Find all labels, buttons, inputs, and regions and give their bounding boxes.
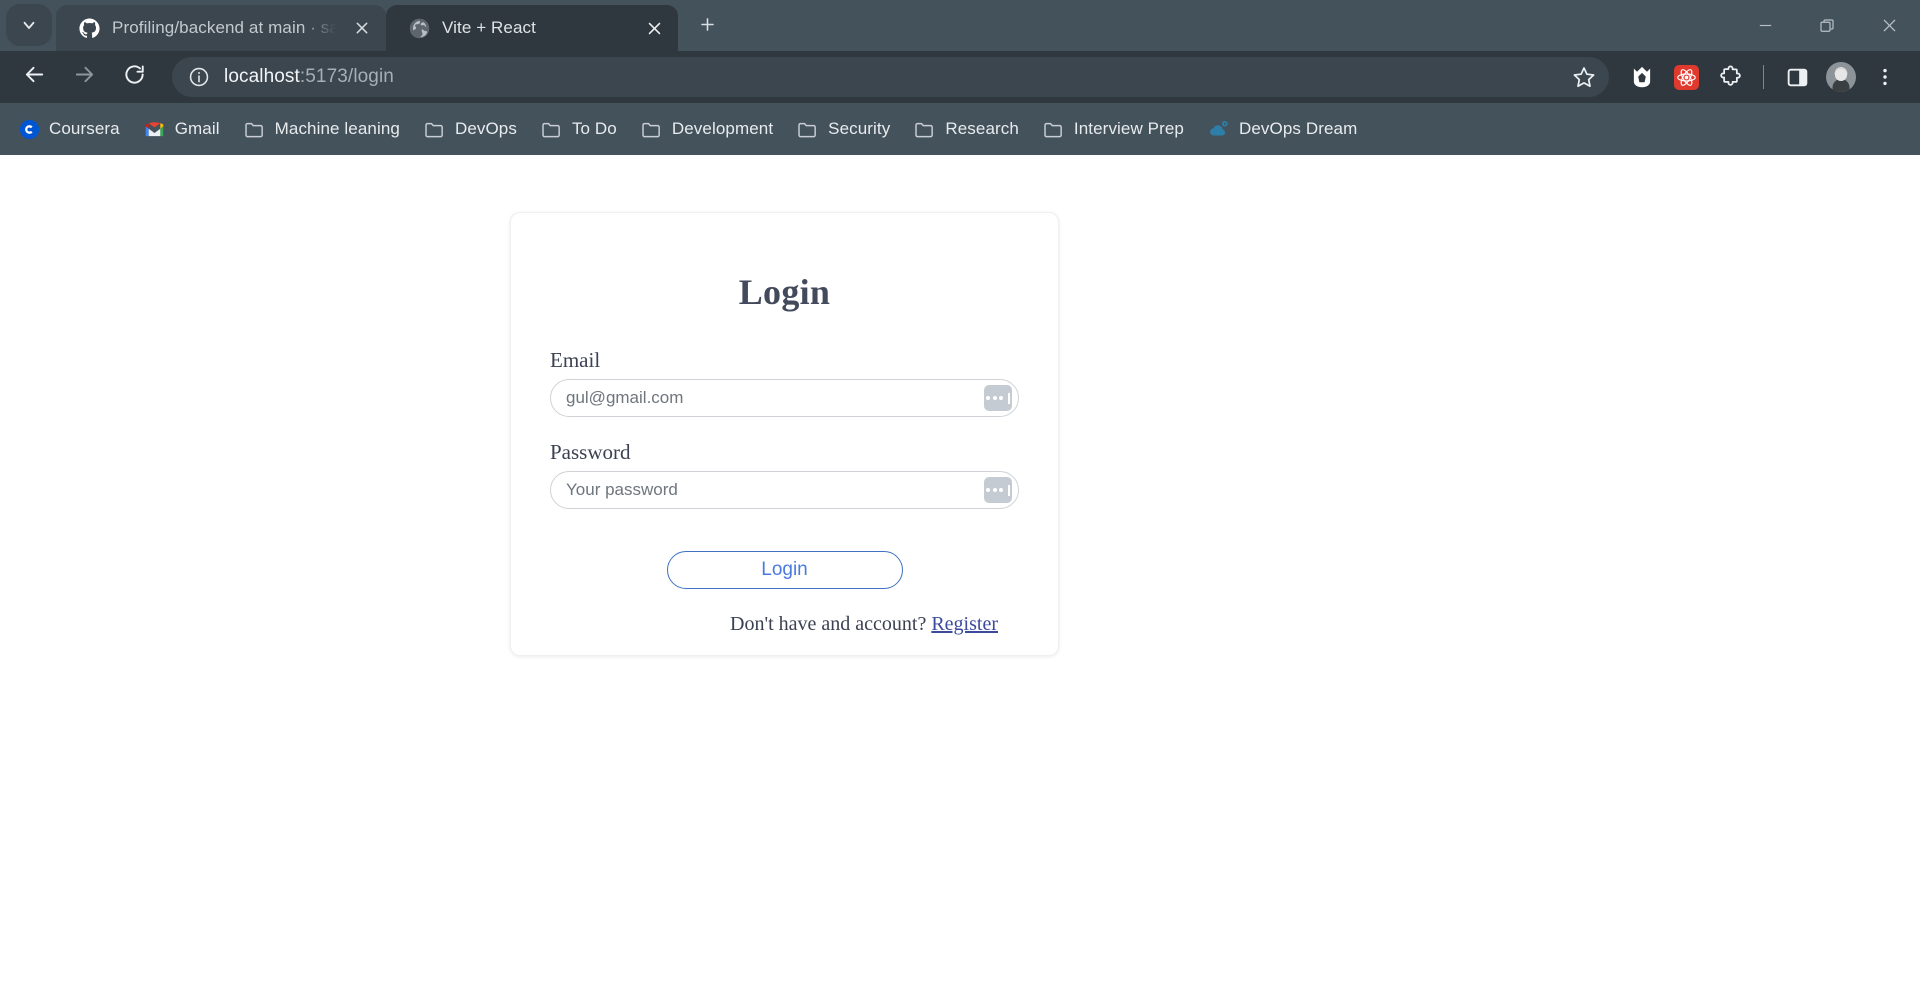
key-bar (1007, 484, 1010, 496)
dot (999, 488, 1003, 492)
bookmark-gmail[interactable]: Gmail (134, 111, 230, 147)
new-tab-button[interactable] (688, 8, 726, 46)
reload-button[interactable] (110, 53, 158, 101)
dot (999, 396, 1003, 400)
login-form: Email Password Login (511, 348, 1058, 636)
bookmark-coursera[interactable]: Coursera (8, 111, 130, 147)
browser-window: Profiling/backend at main · sam Vite + R… (0, 0, 1920, 1003)
url-text: localhost:5173/login (224, 66, 1555, 88)
tab-profiling-backend[interactable]: Profiling/backend at main · sam (56, 5, 386, 51)
bookmark-interview-prep[interactable]: Interview Prep (1033, 111, 1194, 147)
login-button[interactable]: Login (666, 551, 903, 589)
avatar[interactable] (1820, 56, 1862, 98)
bookmark-label: Development (671, 119, 774, 138)
tab-title: Vite + React (442, 18, 536, 37)
arrow-right-icon (73, 63, 96, 91)
back-button[interactable] (10, 53, 58, 101)
login-card: Login Email Password (510, 212, 1059, 656)
email-input[interactable] (550, 379, 1019, 417)
url-host: localhost (224, 66, 300, 87)
page-viewport: Login Email Password (0, 155, 1920, 1003)
bookmark-development[interactable]: Development (631, 111, 783, 147)
bookmark-label: Interview Prep (1073, 119, 1184, 138)
page-title: Login (738, 272, 831, 312)
folder-icon (797, 118, 819, 140)
bookmark-machine-leaning[interactable]: Machine leaning (234, 111, 410, 147)
tab-search-button[interactable] (6, 4, 52, 46)
close-icon[interactable] (640, 14, 668, 42)
folder-icon (914, 118, 936, 140)
password-key-icon[interactable] (984, 477, 1012, 503)
password-label: Password (550, 440, 631, 464)
plus-icon (698, 15, 717, 39)
password-input[interactable] (550, 471, 1019, 509)
bookmark-to-do[interactable]: To Do (531, 111, 627, 147)
bookmark-label: Gmail (174, 119, 220, 138)
field-spacer (550, 417, 1019, 440)
tab-title: Profiling/backend at main · sam (112, 18, 336, 37)
bookmark-research[interactable]: Research (904, 111, 1029, 147)
bookmark-label: Coursera (49, 119, 120, 138)
malwarebytes-extension-icon[interactable] (1621, 56, 1663, 98)
tab-strip: Profiling/backend at main · sam Vite + R… (0, 0, 1920, 51)
react-devtools-extension-icon[interactable] (1665, 56, 1707, 98)
folder-icon (244, 118, 266, 140)
chevron-down-icon (20, 16, 38, 34)
folder-icon (424, 118, 446, 140)
close-button[interactable] (1858, 0, 1920, 51)
window-controls (1734, 0, 1920, 51)
globe-icon (408, 17, 430, 39)
bookmark-security[interactable]: Security (787, 111, 900, 147)
email-label: Email (550, 348, 601, 372)
bookmark-label: DevOps (454, 119, 517, 138)
dot (992, 396, 997, 400)
bookmark-label: Machine leaning (274, 119, 400, 138)
toolbar-divider (1763, 65, 1764, 89)
email-field-wrap (550, 379, 1019, 417)
bookmark-label: DevOps Dream (1238, 119, 1358, 138)
submit-row: Login (550, 551, 1019, 589)
minimize-button[interactable] (1734, 0, 1796, 51)
coursera-icon (18, 118, 40, 140)
bookmark-devops-dream[interactable]: DevOps Dream (1198, 111, 1367, 147)
password-key-icon[interactable] (984, 385, 1012, 411)
address-bar[interactable]: localhost:5173/login (172, 57, 1609, 97)
register-prompt-text: Don't have and account? (730, 613, 927, 635)
bookmarks-bar: Coursera Gmail Machine leaning DevOps To (0, 103, 1920, 155)
bookmark-label: Security (828, 119, 891, 138)
profile-photo (1826, 62, 1856, 92)
url-path: :5173/login (299, 66, 394, 87)
folder-icon (541, 118, 563, 140)
bookmark-label: To Do (571, 119, 617, 138)
register-link[interactable]: Register (931, 613, 998, 635)
password-field-wrap (550, 471, 1019, 509)
react-atom-icon (1673, 64, 1699, 90)
browser-toolbar: localhost:5173/login (0, 51, 1920, 103)
three-dot-menu-icon[interactable] (1864, 56, 1906, 98)
dot (986, 488, 990, 492)
close-icon[interactable] (348, 14, 376, 42)
gmail-icon (144, 118, 166, 140)
restore-button[interactable] (1796, 0, 1858, 51)
star-icon[interactable] (1567, 60, 1601, 94)
folder-icon (641, 118, 663, 140)
side-panel-icon[interactable] (1776, 56, 1818, 98)
arrow-left-icon (23, 63, 46, 91)
bookmark-devops[interactable]: DevOps (414, 111, 527, 147)
key-bar (1007, 392, 1010, 404)
folder-icon (1043, 118, 1065, 140)
register-prompt-row: Don't have and account? Register (550, 613, 1019, 636)
dot (986, 396, 990, 400)
forward-button[interactable] (60, 53, 108, 101)
cloud-gear-icon (1208, 118, 1230, 140)
bookmark-label: Research (945, 119, 1019, 138)
info-circle-icon[interactable] (186, 64, 212, 90)
extensions-puzzle-icon[interactable] (1709, 56, 1751, 98)
tab-vite-react[interactable]: Vite + React (386, 5, 678, 51)
github-icon (78, 17, 100, 39)
reload-icon (123, 63, 146, 91)
dot (992, 488, 997, 492)
